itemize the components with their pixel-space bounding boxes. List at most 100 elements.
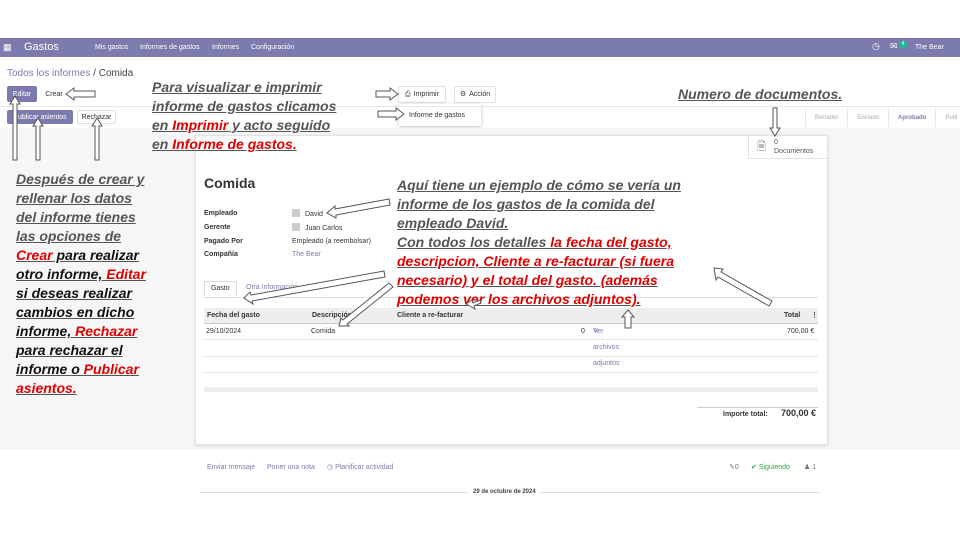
attachments-count: 0: [734, 464, 739, 471]
annotation-line: otro informe, Editar: [16, 265, 146, 284]
following-button[interactable]: ✔ Siguiendo: [751, 463, 790, 472]
menu-configuracion[interactable]: Configuración: [251, 43, 294, 52]
following-label: Siguiendo: [758, 464, 790, 471]
annotation-line: Aquí tiene un ejemplo de cómo se vería u…: [397, 177, 681, 193]
menu-informes[interactable]: Informes: [212, 43, 239, 52]
reject-button[interactable]: Rechazar: [77, 110, 116, 124]
annotation-line: cambios en dicho: [16, 304, 135, 320]
arrow-to-create: [65, 87, 96, 101]
annotation-line: si deseas realizar: [16, 285, 132, 301]
field-label-company: Compañía: [204, 251, 238, 258]
total-value: 700,00 €: [781, 408, 817, 418]
cell-total: 700,00 €: [787, 328, 815, 335]
annotation-text: para realizar: [52, 247, 139, 263]
clock-icon: ◷: [327, 464, 336, 471]
menu-mis-gastos[interactable]: Mis gastos: [95, 43, 128, 52]
expense-table-header: Fecha del gasto Descripción Cliente a re…: [204, 308, 818, 324]
cell-description: Comida: [311, 328, 336, 335]
annotation-highlight: Imprimir: [172, 117, 229, 133]
field-company[interactable]: The Bear: [292, 250, 321, 259]
screen: ▦ Gastos Mis gastos Informes de gastos I…: [0, 0, 960, 540]
table-footer: [204, 387, 818, 392]
empty-row-divider: [204, 356, 818, 357]
tab-gasto[interactable]: Gasto: [204, 281, 237, 297]
chat-icon[interactable]: ✉: [890, 41, 898, 52]
annotation-text: Con todos los detalles: [397, 234, 551, 250]
annotation-line: en Informe de gastos.: [152, 135, 336, 154]
annotation-line: informe de gastos clicamos: [152, 98, 337, 114]
user-menu[interactable]: The Bear: [915, 43, 944, 52]
tab-otra-informacion[interactable]: Otra Información: [240, 281, 304, 297]
cell-qty: 0: [581, 328, 585, 335]
publish-entries-button[interactable]: Publicar asientos: [7, 110, 73, 124]
annotation-line: podemos ver los archivos adjuntos).: [397, 291, 641, 307]
field-label-manager: Gerente: [204, 224, 231, 231]
annotation-line: las opciones de: [16, 228, 122, 244]
annotation-line: Para visualizar e imprimir: [152, 79, 322, 95]
annotation-line: asientos.: [16, 380, 77, 396]
message-date: 29 de octubre de 2024: [468, 488, 541, 496]
status-approved[interactable]: Aprobado: [888, 109, 935, 127]
breadcrumb-parent[interactable]: Todos los informes: [7, 68, 90, 79]
send-message-button[interactable]: Enviar mensaje: [207, 463, 255, 472]
documents-label: Documentos: [774, 148, 814, 155]
field-label-paid-by: Pagado Por: [204, 238, 243, 245]
status-sent[interactable]: Enviado: [847, 109, 888, 127]
log-note-button[interactable]: Poner una nota: [267, 463, 315, 472]
field-label-employee: Empleado: [204, 210, 238, 217]
table-row[interactable]: 29/10/2024 Comida 0 ✎ Ver archivos adjun…: [204, 324, 818, 367]
status-published[interactable]: Publ: [935, 109, 960, 127]
breadcrumb: Todos los informes / Comida: [7, 68, 133, 80]
annotation-line: del informe tienes: [16, 209, 136, 225]
field-paid-by[interactable]: Empleado (a reembolsar): [292, 237, 371, 246]
print-button[interactable]: ⎙ Imprimir: [398, 86, 446, 103]
status-draft[interactable]: Borrador: [805, 109, 847, 127]
field-employee-value: David: [305, 211, 323, 218]
menu-informes-de-gastos[interactable]: Informes de gastos: [140, 43, 200, 52]
printer-icon: ⎙: [405, 91, 411, 98]
action-button[interactable]: ⚙ Acción: [454, 86, 496, 103]
avatar: [292, 223, 300, 231]
field-employee[interactable]: David: [292, 209, 323, 219]
annotation-highlight: Publicar: [83, 361, 139, 377]
annotation-line: Crear para realizar: [16, 246, 146, 265]
view-attachments-label: Ver archivos adjuntos: [593, 328, 620, 367]
annotation-highlight: Rechazar: [75, 323, 138, 339]
print-button-label: Imprimir: [413, 91, 439, 98]
print-option-informe-de-gastos[interactable]: Informe de gastos: [409, 112, 465, 119]
documents-count: 0: [774, 139, 778, 146]
attachments-counter[interactable]: ✎0: [729, 463, 739, 472]
column-header-date[interactable]: Fecha del gasto: [207, 308, 260, 324]
column-header-total[interactable]: Total: [784, 308, 800, 324]
column-options-icon[interactable]: ⋮: [811, 308, 818, 324]
breadcrumb-current: Comida: [98, 68, 134, 79]
avatar: [292, 209, 300, 217]
annotation-text: en: [152, 117, 173, 133]
schedule-activity-button[interactable]: ◷ Planificar actividad: [327, 463, 393, 472]
column-header-client[interactable]: Cliente a re-facturar: [397, 308, 463, 324]
documents-smart-button[interactable]: 🗎 0 Documentos: [748, 135, 827, 159]
annotation-line: Con todos los detalles la fecha del gast…: [397, 233, 681, 252]
notification-badge: 4: [899, 41, 907, 48]
annotation-line: informe de los gastos de la comida del: [397, 196, 655, 212]
followers-counter[interactable]: ♟ 1: [804, 463, 816, 472]
edit-button[interactable]: Editar: [7, 86, 37, 102]
print-dropdown: Informe de gastos: [399, 104, 481, 126]
empty-row-divider: [204, 372, 818, 373]
followers-count: 1: [812, 464, 817, 471]
create-button[interactable]: Crear: [39, 86, 69, 102]
field-manager[interactable]: Juan Carlos: [292, 223, 342, 233]
check-icon: ✔: [751, 464, 759, 471]
app-name[interactable]: Gastos: [24, 40, 59, 55]
gear-icon: ⚙: [459, 91, 467, 98]
action-button-label: Acción: [469, 91, 491, 98]
activity-clock-icon[interactable]: ◷: [872, 41, 880, 52]
apps-menu-icon[interactable]: ▦: [3, 42, 12, 52]
divider: [0, 106, 960, 107]
column-header-description[interactable]: Descripción: [312, 308, 352, 324]
annotation-line: informe, Rechazar: [16, 322, 146, 341]
annotation-text: informe o: [16, 361, 84, 377]
top-navbar: ▦ Gastos Mis gastos Informes de gastos I…: [0, 38, 960, 57]
annotation-line: descripcion, Cliente a re-facturar (si f…: [397, 253, 674, 269]
annotation-highlight: Informe de gastos.: [172, 136, 297, 152]
